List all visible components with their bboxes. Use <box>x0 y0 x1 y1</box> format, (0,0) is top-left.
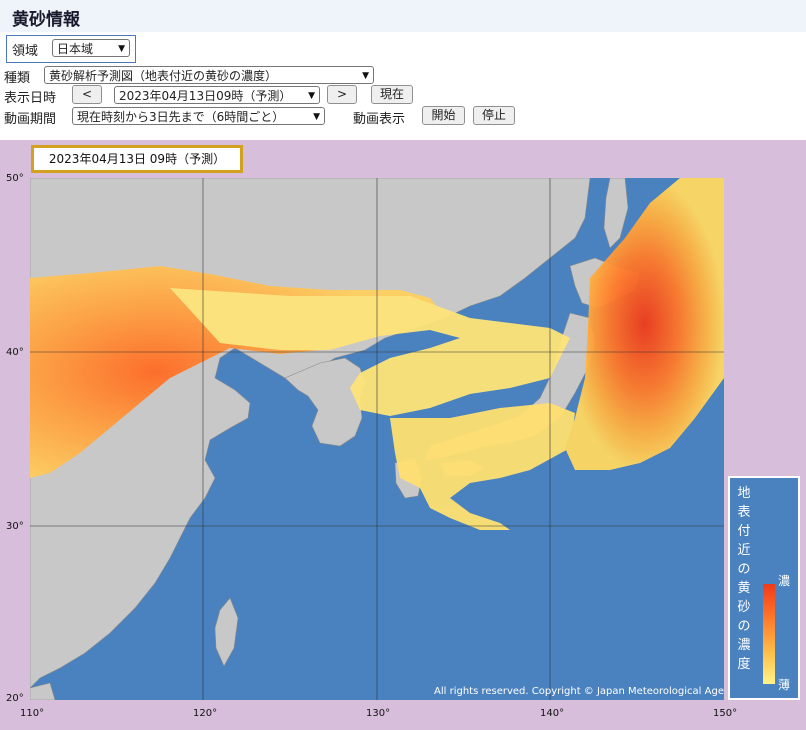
region-select[interactable]: 日本域 ▼ <box>52 39 130 57</box>
chevron-down-icon: ▼ <box>308 91 315 101</box>
legend-title: 地表付近の黄砂の濃度 <box>737 486 751 672</box>
type-select-value: 黄砂解析予測図（地表付近の黄砂の濃度） <box>49 69 278 83</box>
now-button[interactable]: 現在 <box>371 85 413 104</box>
datetime-label: 表示日時 <box>4 91 57 106</box>
map-svg <box>30 178 724 700</box>
lat-tick-30: 30° <box>6 521 24 532</box>
region-label: 領域 <box>12 44 39 59</box>
next-time-button[interactable]: > <box>327 85 357 104</box>
legend-high-label: 濃 <box>778 574 791 588</box>
type-label: 種類 <box>4 71 31 86</box>
lon-tick-140: 140° <box>540 708 565 719</box>
period-label: 動画期間 <box>4 112 57 127</box>
type-select[interactable]: 黄砂解析予測図（地表付近の黄砂の濃度） ▼ <box>44 66 374 84</box>
lat-tick-20: 20° <box>6 693 24 704</box>
datetime-select[interactable]: 2023年04月13日09時（予測） ▼ <box>114 86 320 104</box>
region-selector-box: 領域 日本域 ▼ <box>6 35 136 63</box>
concentration-legend: 地表付近の黄砂の濃度 濃 薄 <box>728 476 800 700</box>
lon-tick-120: 120° <box>193 708 218 719</box>
animation-label: 動画表示 <box>353 112 406 127</box>
region-select-value: 日本域 <box>57 42 94 56</box>
map-date-label: 2023年04月13日 09時（予測） <box>34 148 240 170</box>
lon-tick-130: 130° <box>366 708 391 719</box>
header-bar: 黄砂情報 <box>0 0 806 32</box>
prev-time-button[interactable]: < <box>72 85 102 104</box>
lat-tick-50: 50° <box>6 173 24 184</box>
period-select[interactable]: 現在時刻から3日先まで（6時間ごと） ▼ <box>72 107 325 125</box>
map-date-box: 2023年04月13日 09時（予測） <box>31 145 243 173</box>
start-animation-button[interactable]: 開始 <box>422 106 465 125</box>
chevron-down-icon: ▼ <box>313 112 320 122</box>
chevron-down-icon: ▼ <box>362 71 369 81</box>
lat-tick-40: 40° <box>6 347 24 358</box>
chevron-down-icon: ▼ <box>118 44 125 54</box>
legend-color-bar <box>763 584 775 684</box>
lon-tick-150: 150° <box>713 708 738 719</box>
period-select-value: 現在時刻から3日先まで（6時間ごと） <box>77 110 285 124</box>
legend-low-label: 薄 <box>778 678 791 692</box>
datetime-select-value: 2023年04月13日09時（予測） <box>119 89 292 103</box>
page-title: 黄砂情報 <box>12 10 80 30</box>
dust-forecast-map[interactable]: All rights reserved. Copyright © Japan M… <box>30 178 724 700</box>
stop-animation-button[interactable]: 停止 <box>473 106 515 125</box>
lon-tick-110: 110° <box>20 708 45 719</box>
map-copyright: All rights reserved. Copyright © Japan M… <box>434 686 724 697</box>
